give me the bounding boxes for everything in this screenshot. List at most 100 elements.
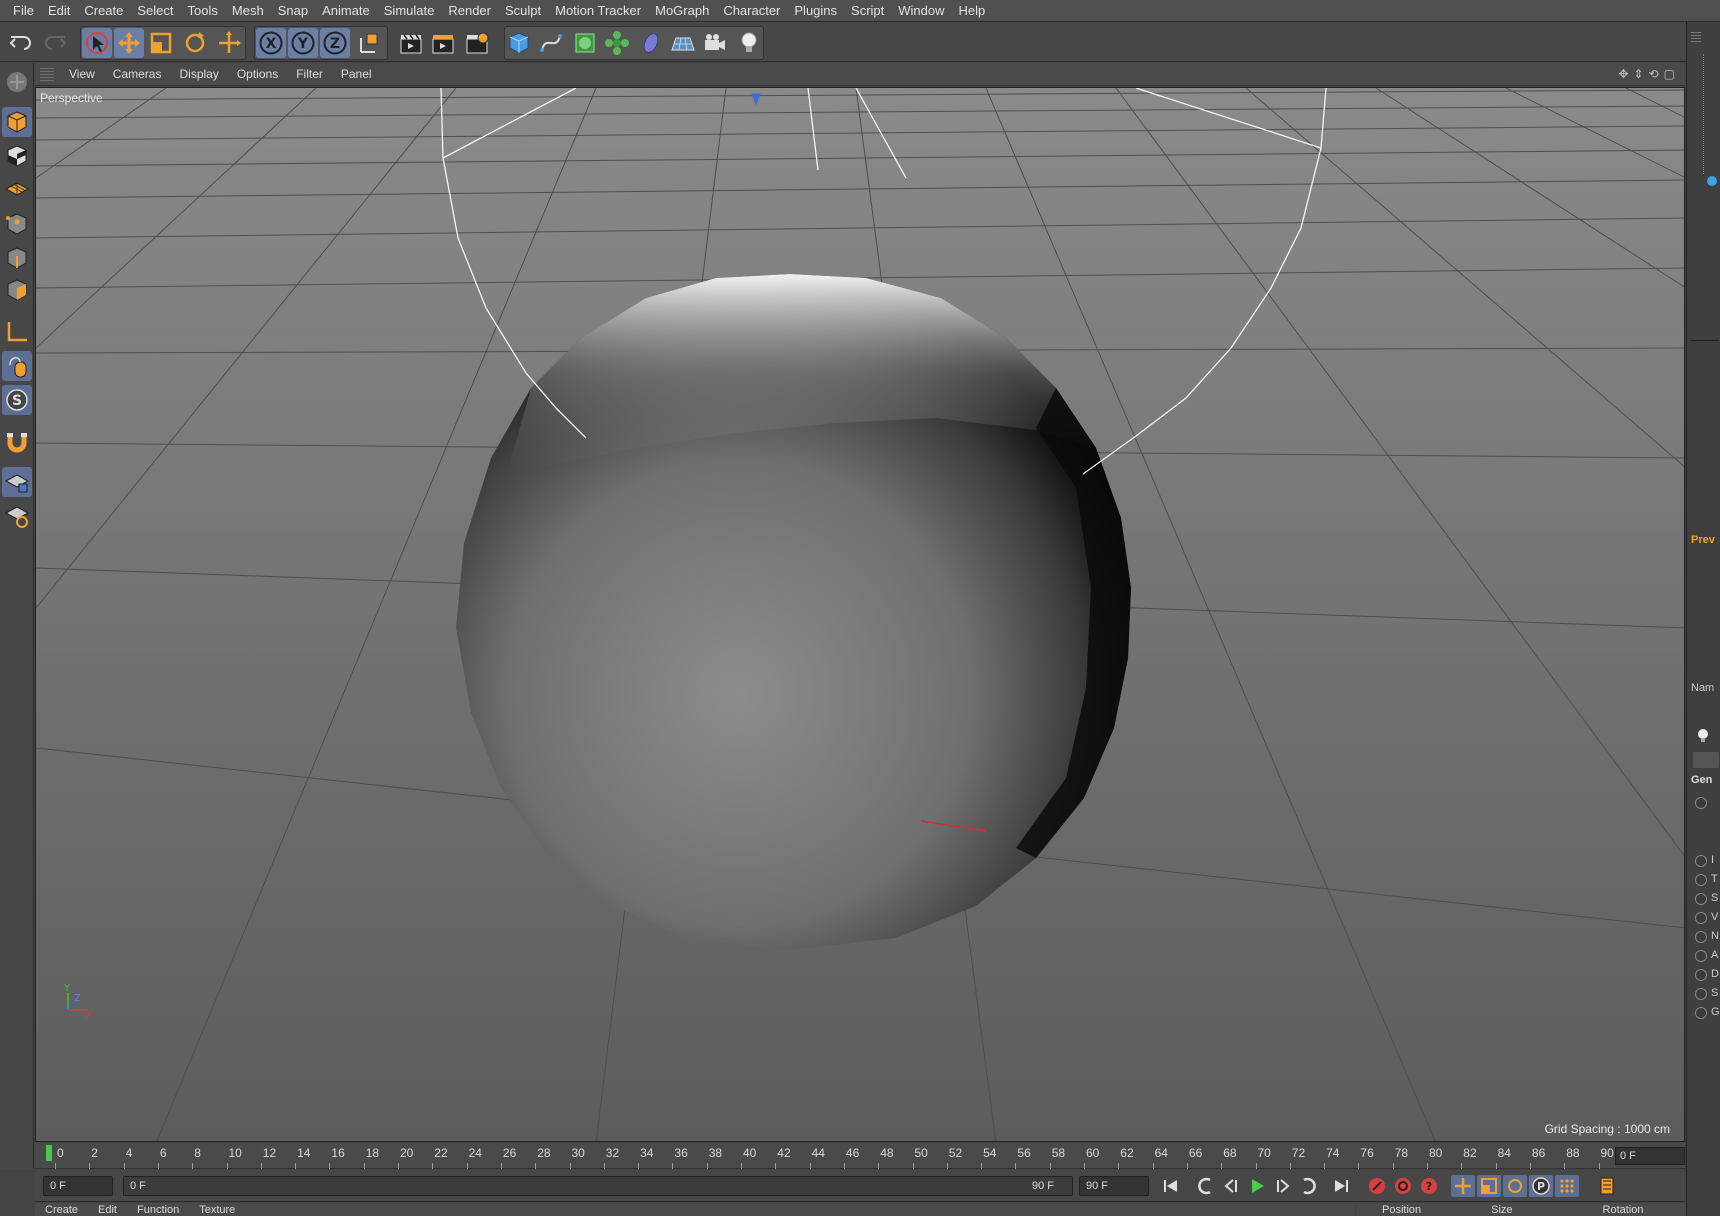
materials-menu-function[interactable]: Function [127, 1204, 189, 1216]
render-view-button[interactable] [396, 28, 426, 58]
attr-radio-4[interactable] [1695, 912, 1707, 924]
panel-grip-icon[interactable] [1691, 32, 1701, 42]
timeline-window-button[interactable] [1595, 1175, 1619, 1197]
rotate-tool-button[interactable] [180, 28, 210, 58]
attr-radio-6[interactable] [1695, 950, 1707, 962]
autokeying-button[interactable] [1391, 1175, 1415, 1197]
materials-menu-edit[interactable]: Edit [88, 1204, 127, 1216]
menu-edit[interactable]: Edit [41, 0, 77, 22]
solo-mode-button[interactable]: S [2, 385, 32, 415]
menu-plugins[interactable]: Plugins [787, 0, 844, 22]
play-button[interactable] [1245, 1175, 1269, 1197]
redo-button[interactable] [40, 28, 70, 58]
add-camera-button[interactable] [700, 28, 730, 58]
menu-tools[interactable]: Tools [181, 0, 225, 22]
key-rotation-button[interactable] [1503, 1175, 1527, 1197]
panel-grip-icon[interactable] [40, 67, 54, 81]
points-mode-button[interactable] [2, 209, 32, 239]
render-to-picture-viewer-button[interactable] [428, 28, 458, 58]
materials-menu-create[interactable]: Create [35, 1204, 88, 1216]
viewport-menu-view[interactable]: View [60, 67, 104, 81]
texture-mode-button[interactable] [2, 141, 32, 171]
prev-key-button[interactable] [1193, 1175, 1217, 1197]
menu-help[interactable]: Help [952, 0, 993, 22]
next-key-button[interactable] [1297, 1175, 1321, 1197]
menu-mesh[interactable]: Mesh [225, 0, 271, 22]
orbit-view-icon[interactable]: ⟲ [1649, 67, 1659, 81]
z-axis-button[interactable]: Z [320, 28, 350, 58]
menu-render[interactable]: Render [441, 0, 498, 22]
coordinate-system-button[interactable] [354, 28, 384, 58]
viewport-menu-filter[interactable]: Filter [287, 67, 332, 81]
live-selection-button[interactable] [82, 28, 112, 58]
sphere-object[interactable] [456, 274, 1131, 950]
viewport-menu-display[interactable]: Display [170, 67, 227, 81]
key-pla-button[interactable] [1555, 1175, 1579, 1197]
attr-radio-3[interactable] [1695, 893, 1707, 905]
polygons-mode-button[interactable] [2, 275, 32, 305]
move-tool-button[interactable] [114, 28, 144, 58]
maximize-view-icon[interactable]: ▢ [1664, 67, 1675, 81]
edges-mode-button[interactable] [2, 243, 32, 273]
menu-window[interactable]: Window [891, 0, 951, 22]
menu-file[interactable]: File [6, 0, 41, 22]
model-mode-button[interactable] [2, 107, 32, 137]
menu-animate[interactable]: Animate [315, 0, 377, 22]
timeline-ruler[interactable]: 0 2 4 6 8 10 12 14 16 18 20 22 24 26 28 30 32 34 36 38 40 42 4… [35, 1143, 1685, 1169]
viewport-menu-options[interactable]: Options [228, 67, 287, 81]
workplane-align-button[interactable] [2, 501, 32, 531]
menu-motion-tracker[interactable]: Motion Tracker [548, 0, 648, 22]
add-array-button[interactable] [602, 28, 632, 58]
add-spline-button[interactable] [536, 28, 566, 58]
pan-view-icon[interactable]: ✥ [1618, 67, 1628, 81]
preview-range-slider[interactable]: 0 F 90 F [123, 1176, 1073, 1196]
general-radio-option[interactable] [1695, 797, 1707, 809]
snapping-button[interactable] [2, 427, 32, 457]
attr-radio-1[interactable] [1695, 855, 1707, 867]
dolly-view-icon[interactable]: ⇕ [1634, 67, 1644, 81]
scale-tool-button[interactable] [146, 28, 176, 58]
menu-simulate[interactable]: Simulate [377, 0, 442, 22]
keyframe-selection-button[interactable]: ? [1417, 1175, 1441, 1197]
key-parameter-button[interactable]: P [1529, 1175, 1553, 1197]
menu-select[interactable]: Select [130, 0, 180, 22]
y-axis-button[interactable]: Y [288, 28, 318, 58]
record-active-objects-button[interactable] [1365, 1175, 1389, 1197]
render-settings-button[interactable] [462, 28, 492, 58]
attr-radio-7[interactable] [1695, 969, 1707, 981]
go-to-end-button[interactable] [1329, 1175, 1353, 1197]
attr-radio-5[interactable] [1695, 931, 1707, 943]
add-deformer-button[interactable] [636, 28, 666, 58]
menu-mograph[interactable]: MoGraph [648, 0, 716, 22]
tweak-mode-button[interactable] [2, 351, 32, 381]
next-frame-button[interactable] [1271, 1175, 1295, 1197]
attr-radio-9[interactable] [1695, 1007, 1707, 1019]
menu-create[interactable]: Create [77, 0, 130, 22]
add-subdivision-surface-button[interactable] [570, 28, 600, 58]
menu-script[interactable]: Script [844, 0, 891, 22]
prev-frame-button[interactable] [1219, 1175, 1243, 1197]
recent-tool-button[interactable] [214, 28, 244, 58]
workplane-mode-button[interactable] [2, 173, 32, 203]
go-to-start-button[interactable] [1159, 1175, 1183, 1197]
menu-character[interactable]: Character [716, 0, 787, 22]
menu-sculpt[interactable]: Sculpt [498, 0, 548, 22]
x-axis-button[interactable]: X [256, 28, 286, 58]
current-frame-marker[interactable] [46, 1145, 52, 1161]
min-frame-field[interactable]: 0 F [43, 1176, 113, 1196]
viewport-menu-panel[interactable]: Panel [332, 67, 381, 81]
attr-radio-8[interactable] [1695, 988, 1707, 1000]
timeline-current-frame-field[interactable]: 0 F [1615, 1147, 1685, 1165]
preview-tab[interactable]: Prev [1691, 534, 1715, 546]
menu-snap[interactable]: Snap [271, 0, 315, 22]
add-light-button[interactable] [734, 28, 764, 58]
perspective-viewport[interactable]: Y Z X Perspective Grid Spacing : 1000 cm [35, 87, 1685, 1142]
viewport-menu-cameras[interactable]: Cameras [104, 67, 171, 81]
key-position-button[interactable] [1451, 1175, 1475, 1197]
basic-tab-button[interactable] [1693, 752, 1719, 768]
make-editable-button[interactable] [2, 67, 32, 97]
undo-button[interactable] [6, 28, 36, 58]
axis-mode-button[interactable] [2, 317, 32, 347]
sphere-object-icon[interactable] [1707, 176, 1717, 186]
materials-menu-texture[interactable]: Texture [189, 1204, 245, 1216]
